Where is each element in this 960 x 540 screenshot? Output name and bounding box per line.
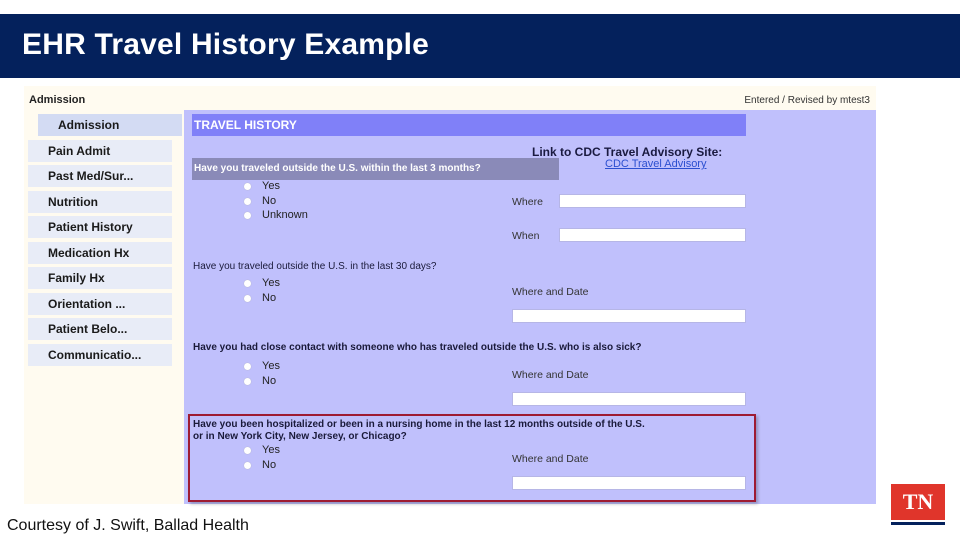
radio-button-icon: [244, 362, 251, 370]
sidebar-item-nutrition[interactable]: Nutrition: [28, 191, 172, 213]
q2-where-date-input[interactable]: [512, 309, 746, 323]
q3-radio-yes[interactable]: Yes: [244, 360, 280, 372]
q3-where-date-label: Where and Date: [512, 369, 589, 381]
q3-option-no-label: No: [262, 375, 277, 387]
q1-when-input[interactable]: [559, 228, 746, 242]
q2-radio-no[interactable]: No: [244, 292, 276, 304]
radio-button-icon: [244, 294, 251, 302]
sidebar-item-patient-history[interactable]: Patient History: [28, 216, 172, 238]
q1-where-label: Where: [512, 196, 543, 208]
tn-logo-underline: [891, 522, 945, 525]
cdc-travel-advisory-link[interactable]: CDC Travel Advisory: [605, 158, 706, 170]
sidebar-item-communication[interactable]: Communicatio...: [28, 344, 172, 366]
question-4-text-line1: Have you been hospitalized or been in a …: [193, 419, 645, 430]
q1-where-input[interactable]: [559, 194, 746, 208]
radio-button-icon: [244, 279, 251, 287]
q4-where-date-input[interactable]: [512, 476, 746, 490]
radio-button-icon: [244, 446, 251, 454]
travel-history-form: TRAVEL HISTORY Link to CDC Travel Adviso…: [184, 110, 876, 504]
q3-option-yes-label: Yes: [262, 360, 280, 372]
q4-radio-yes[interactable]: Yes: [244, 444, 280, 456]
section-title: TRAVEL HISTORY: [192, 114, 746, 136]
q3-radio-no[interactable]: No: [244, 375, 276, 387]
sidebar-item-orientation[interactable]: Orientation ...: [28, 293, 172, 315]
q4-radio-no[interactable]: No: [244, 459, 276, 471]
cdc-link-label: Link to CDC Travel Advisory Site:: [532, 145, 723, 159]
q2-where-date-label: Where and Date: [512, 286, 589, 298]
sidebar-item-medication-hx[interactable]: Medication Hx: [28, 242, 172, 264]
question-4-text-line2: or in New York City, New Jersey, or Chic…: [193, 431, 407, 442]
question-2-text: Have you traveled outside the U.S. in th…: [193, 261, 437, 272]
sidebar-item-past-med-sur[interactable]: Past Med/Sur...: [28, 165, 172, 187]
q1-when-label: When: [512, 230, 540, 242]
q2-option-yes-label: Yes: [262, 277, 280, 289]
ehr-screenshot: Admission Entered / Revised by mtest3 Ad…: [24, 86, 876, 504]
q1-option-unknown-label: Unknown: [262, 209, 308, 221]
q1-option-no-label: No: [262, 195, 277, 207]
slide-title-bar: EHR Travel History Example: [0, 14, 960, 78]
sidebar-item-patient-belongings[interactable]: Patient Belo...: [28, 318, 172, 340]
q2-option-no-label: No: [262, 292, 277, 304]
q4-option-no-label: No: [262, 459, 277, 471]
question-3-text: Have you had close contact with someone …: [193, 342, 642, 353]
q1-radio-unknown[interactable]: Unknown: [244, 209, 308, 221]
q1-radio-no[interactable]: No: [244, 195, 276, 207]
q1-option-yes-label: Yes: [262, 180, 280, 192]
q4-option-yes-label: Yes: [262, 444, 280, 456]
q4-where-date-label: Where and Date: [512, 453, 589, 465]
radio-button-icon: [244, 197, 251, 205]
entered-by-label: Entered / Revised by mtest3: [744, 95, 870, 106]
ehr-header-label: Admission: [29, 94, 86, 106]
radio-button-icon: [244, 461, 251, 469]
slide-title: EHR Travel History Example: [22, 28, 430, 61]
question-1-text: Have you traveled outside the U.S. withi…: [194, 163, 481, 174]
q3-where-date-input[interactable]: [512, 392, 746, 406]
q1-radio-yes[interactable]: Yes: [244, 180, 280, 192]
sidebar-item-admission[interactable]: Admission: [38, 114, 182, 136]
radio-button-icon: [244, 377, 251, 385]
radio-button-icon: [244, 211, 251, 219]
sidebar-item-family-hx[interactable]: Family Hx: [28, 267, 172, 289]
radio-button-icon: [244, 182, 251, 190]
courtesy-caption: Courtesy of J. Swift, Ballad Health: [7, 517, 249, 534]
q2-radio-yes[interactable]: Yes: [244, 277, 280, 289]
sidebar-item-pain-admit[interactable]: Pain Admit: [28, 140, 172, 162]
tn-logo: TN: [891, 484, 945, 520]
